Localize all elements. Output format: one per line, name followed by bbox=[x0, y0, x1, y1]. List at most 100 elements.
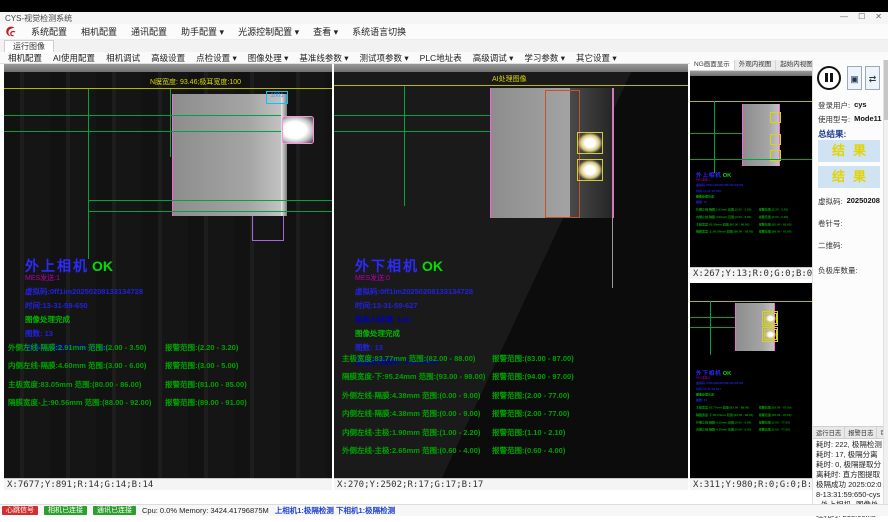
sv2-green-hline-1 bbox=[690, 317, 735, 318]
measurement-row: 主极宽度:83.05mm 范围:(80.00 - 86.00)报警范围:(81.… bbox=[8, 379, 330, 390]
sv1-green-vline bbox=[714, 101, 715, 173]
sv1-mini-result: 外上相机OK MES发送:1 虚拟码:0ff1im202502081331347… bbox=[696, 171, 812, 234]
measurement-row: 外侧左线-隔膜:4.38mm 范围:(0.00 - 9.00)报警范围:(2.0… bbox=[342, 390, 682, 401]
left-process-done: 图像处理完成 bbox=[25, 314, 325, 325]
middle-barcode: 虚拟码:0ff1im20250208133134728 bbox=[355, 286, 675, 297]
tool-camera-config[interactable]: 相机配置 bbox=[8, 52, 42, 64]
sv1-tab-outer-view[interactable]: 外观内视图 bbox=[735, 60, 777, 70]
middle-annotation: AI处理图像 bbox=[492, 74, 527, 84]
status-bar: 心跳信号 相机已连接 通讯已连接 Cpu: 0.0% Memory: 3424.… bbox=[0, 504, 888, 516]
left-purple-mark bbox=[252, 216, 284, 241]
measurement-row: 内侧左线-隔膜:4.38mm 范围:(0.00 - 9.00)报警范围:(2.0… bbox=[342, 408, 682, 419]
left-block-edge bbox=[281, 94, 287, 216]
left-coordinate-bar: X:7677;Y:891;R:14;G:14;B:14 bbox=[4, 478, 332, 490]
tool-spot-check[interactable]: 点检设置 ▾ bbox=[196, 52, 237, 64]
sv1-ai-box-1 bbox=[770, 112, 781, 123]
left-electrode-block bbox=[172, 94, 282, 216]
small-view-2-coordinate-bar: X:311;Y:980;R:0;G:0;B:0 bbox=[690, 478, 812, 490]
tool-baseline-params[interactable]: 基准线参数 ▾ bbox=[299, 52, 348, 64]
camera-connected-badge: 相机已连接 bbox=[44, 506, 87, 515]
measurement-row: 外侧左线-隔膜:2.91mm 范围:(2.00 - 3.50)报警范围:(2.2… bbox=[8, 342, 330, 353]
measurement-row: 内侧左线-隔膜:4.60mm 范围:(3.00 - 6.00)报警范围:(3.0… bbox=[8, 360, 330, 371]
left-block-tag: 1001 bbox=[266, 91, 288, 104]
tool-advanced-settings[interactable]: 高级设置 bbox=[151, 52, 185, 64]
result-box-2: 结果 bbox=[818, 166, 880, 188]
sv2-green-hline-2 bbox=[690, 327, 735, 328]
menu-item-view[interactable]: 查看 ▾ bbox=[313, 25, 338, 38]
virtual-code-value: 20250208 bbox=[847, 196, 880, 207]
measurement-row: 主极宽度:83.77mm 范围:(82.00 - 88.00)报警范围:(83.… bbox=[342, 353, 682, 364]
middle-green-hline-1 bbox=[334, 115, 490, 116]
middle-orange-roi bbox=[545, 90, 580, 218]
sv2-ai-box-2 bbox=[762, 327, 778, 342]
app-window: CYS-视觉检测系统 — ☐ ✕ 系统配置 相机配置 通讯配置 助手配置 ▾ 光… bbox=[0, 0, 888, 522]
menu-item-comm-config[interactable]: 通讯配置 bbox=[131, 25, 167, 38]
left-barcode: 虚拟码:0ff1im20250208133134728 bbox=[25, 286, 325, 297]
middle-green-hline-2 bbox=[334, 131, 490, 132]
menu-item-assistant-config[interactable]: 助手配置 ▾ bbox=[181, 25, 224, 38]
pause-button[interactable] bbox=[817, 66, 841, 90]
middle-tab-flag-1 bbox=[577, 132, 603, 154]
menu-item-language-switch[interactable]: 系统语言切换 bbox=[352, 25, 406, 38]
virtual-code-label: 虚拟码: bbox=[818, 196, 843, 207]
log-tab-run[interactable]: 运行日志 bbox=[813, 427, 845, 438]
tool-other-settings[interactable]: 其它设置 ▾ bbox=[576, 52, 617, 64]
left-yellow-line bbox=[4, 88, 332, 89]
measurement-row: 内侧左线-主极:1.90mm 范围:(1.00 - 2.20)报警范围:(1.1… bbox=[342, 427, 682, 438]
left-annotation: N膜宽度: 93.46;极耳宽度:100 bbox=[150, 77, 241, 87]
log-text: 耗时: 222, 极隔检测耗时: 17, 极隔分离耗时: 0, 极隔提取分离耗时… bbox=[816, 440, 882, 502]
left-canvas-topband bbox=[4, 64, 332, 72]
small-view-1-tabs: NG画面显示 外观内视图 起始内视图 bbox=[690, 60, 812, 71]
login-user-value: cys bbox=[854, 100, 867, 111]
middle-camera-canvas[interactable]: AI处理图像 外下相机OK MES发送:0 虚拟码:0ff1im20250208… bbox=[334, 64, 688, 478]
middle-coordinate-bar: X:270;Y:2502;R:17;G:17;B:17 bbox=[334, 478, 688, 490]
sv2-ai-box-1 bbox=[762, 311, 778, 326]
tool-test-params[interactable]: 测试项参数 ▾ bbox=[360, 52, 409, 64]
left-camera-canvas[interactable]: N膜宽度: 93.46;极耳宽度:100 1001 外上相机OK MES发送:1… bbox=[4, 64, 332, 478]
switch-arrows-icon: ⇄ bbox=[869, 74, 877, 84]
model-label: 使用型号: bbox=[818, 114, 850, 125]
stock-count-label: 负极库数量: bbox=[818, 265, 858, 276]
measurement-row: 外侧左线-主极:2.65mm 范围:(0.60 - 4.00)报警范围:(0.6… bbox=[342, 445, 682, 456]
left-green-hline-2 bbox=[4, 131, 281, 132]
small-view-1-canvas[interactable]: 外上相机OK MES发送:1 虚拟码:0ff1im202502081331347… bbox=[690, 71, 812, 267]
right-panel-scrollbar[interactable] bbox=[883, 60, 888, 504]
left-time: 时间:13-31-59-650 bbox=[25, 300, 325, 311]
sv2-mini-result: 外下相机OK MES发送:0 虚拟码:0ff1im202502081331347… bbox=[696, 369, 812, 432]
small-view-2: 外下相机OK MES发送:0 虚拟码:0ff1im202502081331347… bbox=[690, 283, 812, 490]
left-green-vline-2 bbox=[170, 89, 171, 157]
log-tab-alarm[interactable]: 报警日志 bbox=[845, 427, 877, 438]
image-button[interactable]: ▣ bbox=[847, 66, 862, 90]
tool-image-processing[interactable]: 图像处理 ▾ bbox=[248, 52, 289, 64]
menu-item-system-config[interactable]: 系统配置 bbox=[31, 25, 67, 38]
scrollbar-thumb[interactable] bbox=[884, 60, 888, 120]
qr-code-label: 二维码: bbox=[818, 240, 843, 251]
measurement-row: 隔膜宽度-下:95.24mm 范围:(93.00 - 98.00)报警范围:(9… bbox=[342, 371, 682, 382]
tool-learning-params[interactable]: 学习参数 ▾ bbox=[524, 52, 565, 64]
small-view-1: NG画面显示 外观内视图 起始内视图 外上相机OK MES发送:1 虚拟码:0f… bbox=[690, 60, 812, 279]
middle-canvas-topband bbox=[334, 64, 688, 72]
cpu-memory-status: Cpu: 0.0% Memory: 3424.41796875M bbox=[142, 506, 269, 515]
menu-item-light-control[interactable]: 光源控制配置 ▾ bbox=[238, 25, 299, 38]
right-panel: ▣ ⇄ 登录用户: cys 使用型号: Mode11 总结果: 结果 结果 虚拟… bbox=[812, 60, 888, 504]
needle-number-label: 卷针号: bbox=[818, 218, 843, 229]
tool-camera-debug[interactable]: 相机调试 bbox=[106, 52, 140, 64]
minimize-button[interactable]: — bbox=[840, 12, 848, 21]
sv1-tab-ng-display[interactable]: NG画面显示 bbox=[690, 60, 735, 70]
tool-ai-use-config[interactable]: AI使用配置 bbox=[53, 52, 95, 64]
log-tabs: 运行日志 报警日志 审核日志 bbox=[813, 426, 883, 439]
result-box-1: 结果 bbox=[818, 140, 880, 162]
tab-run-image[interactable]: 运行图像 bbox=[4, 40, 54, 52]
tool-advanced-debug[interactable]: 高级调试 ▾ bbox=[473, 52, 514, 64]
close-button[interactable]: ✕ bbox=[875, 12, 882, 21]
sv1-topband bbox=[690, 71, 812, 76]
menu-item-camera-config[interactable]: 相机配置 bbox=[81, 25, 117, 38]
top-strip bbox=[0, 0, 888, 12]
switch-button[interactable]: ⇄ bbox=[865, 66, 880, 90]
total-result-label: 总结果: bbox=[818, 128, 846, 140]
middle-green-vline bbox=[404, 86, 405, 206]
tool-plc-address[interactable]: PLC地址表 bbox=[420, 52, 462, 64]
small-view-2-canvas[interactable]: 外下相机OK MES发送:0 虚拟码:0ff1im202502081331347… bbox=[690, 283, 812, 478]
sv2-green-vline bbox=[710, 301, 711, 355]
maximize-button[interactable]: ☐ bbox=[858, 12, 865, 21]
